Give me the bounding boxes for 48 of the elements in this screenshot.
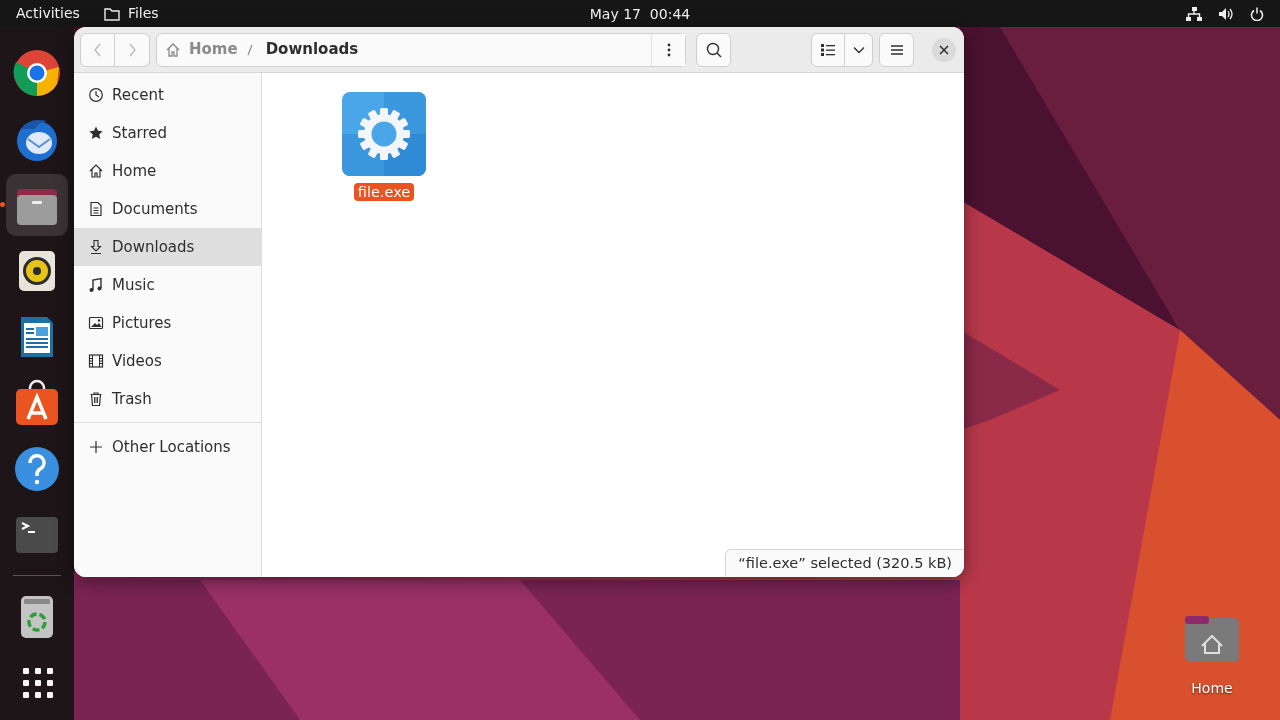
- list-view-button[interactable]: [811, 32, 845, 67]
- path-bar[interactable]: Home Downloads: [156, 32, 686, 67]
- sidebar-item[interactable]: Home: [74, 152, 261, 190]
- main-menu-button[interactable]: [879, 32, 914, 67]
- home-icon: [88, 163, 104, 179]
- desktop-icon-label[interactable]: Home: [1191, 678, 1233, 699]
- sidebar-item[interactable]: Music: [74, 266, 261, 304]
- sidebar-item[interactable]: Starred: [74, 114, 261, 152]
- document-icon: [88, 201, 104, 217]
- caret-icon: [852, 45, 865, 54]
- file-name[interactable]: file.exe: [353, 183, 415, 201]
- list-icon: [821, 43, 835, 56]
- image-icon: [88, 315, 104, 331]
- film-icon: [88, 353, 104, 369]
- clock-icon: [88, 87, 104, 103]
- search-button[interactable]: [696, 32, 731, 67]
- close-icon: [939, 44, 949, 55]
- sidebar-item[interactable]: Recent: [74, 76, 261, 114]
- folder-icon[interactable]: [1183, 616, 1241, 664]
- menu-icon: [890, 44, 903, 55]
- breadcrumb-item[interactable]: Downloads: [265, 38, 359, 61]
- star-icon: [88, 125, 104, 141]
- sidebar-item[interactable]: Videos: [74, 342, 261, 380]
- chrome-icon[interactable]: [13, 49, 61, 97]
- activities-button[interactable]: Activities: [16, 3, 80, 24]
- kebab-icon: [666, 42, 671, 57]
- folder-icon: [103, 6, 120, 21]
- clock[interactable]: May 17 00:44: [589, 4, 691, 25]
- shopping-bag-icon[interactable]: [13, 379, 61, 427]
- volume-icon[interactable]: [1218, 6, 1234, 21]
- home-icon: [165, 41, 181, 58]
- help-icon[interactable]: [13, 445, 61, 493]
- power-icon[interactable]: [1250, 6, 1264, 21]
- sidebar-item[interactable]: Pictures: [74, 304, 261, 342]
- app-menu-button[interactable]: Files: [103, 3, 159, 24]
- status-label: “file.exe” selected (320.5 kB): [725, 549, 964, 577]
- search-icon: [705, 41, 722, 58]
- close-button[interactable]: [932, 37, 956, 62]
- trash-icon: [88, 391, 104, 407]
- gear-icon[interactable]: [341, 91, 427, 177]
- sidebar-item[interactable]: Trash: [74, 380, 261, 418]
- network-icon[interactable]: [1186, 6, 1202, 21]
- sidebar-item[interactable]: Documents: [74, 190, 261, 228]
- sidebar-item[interactable]: Other Locations: [74, 428, 261, 466]
- plus-icon: [88, 439, 104, 455]
- music-note-icon: [88, 277, 104, 293]
- sidebar-item[interactable]: Downloads: [74, 228, 261, 266]
- download-icon: [88, 239, 104, 255]
